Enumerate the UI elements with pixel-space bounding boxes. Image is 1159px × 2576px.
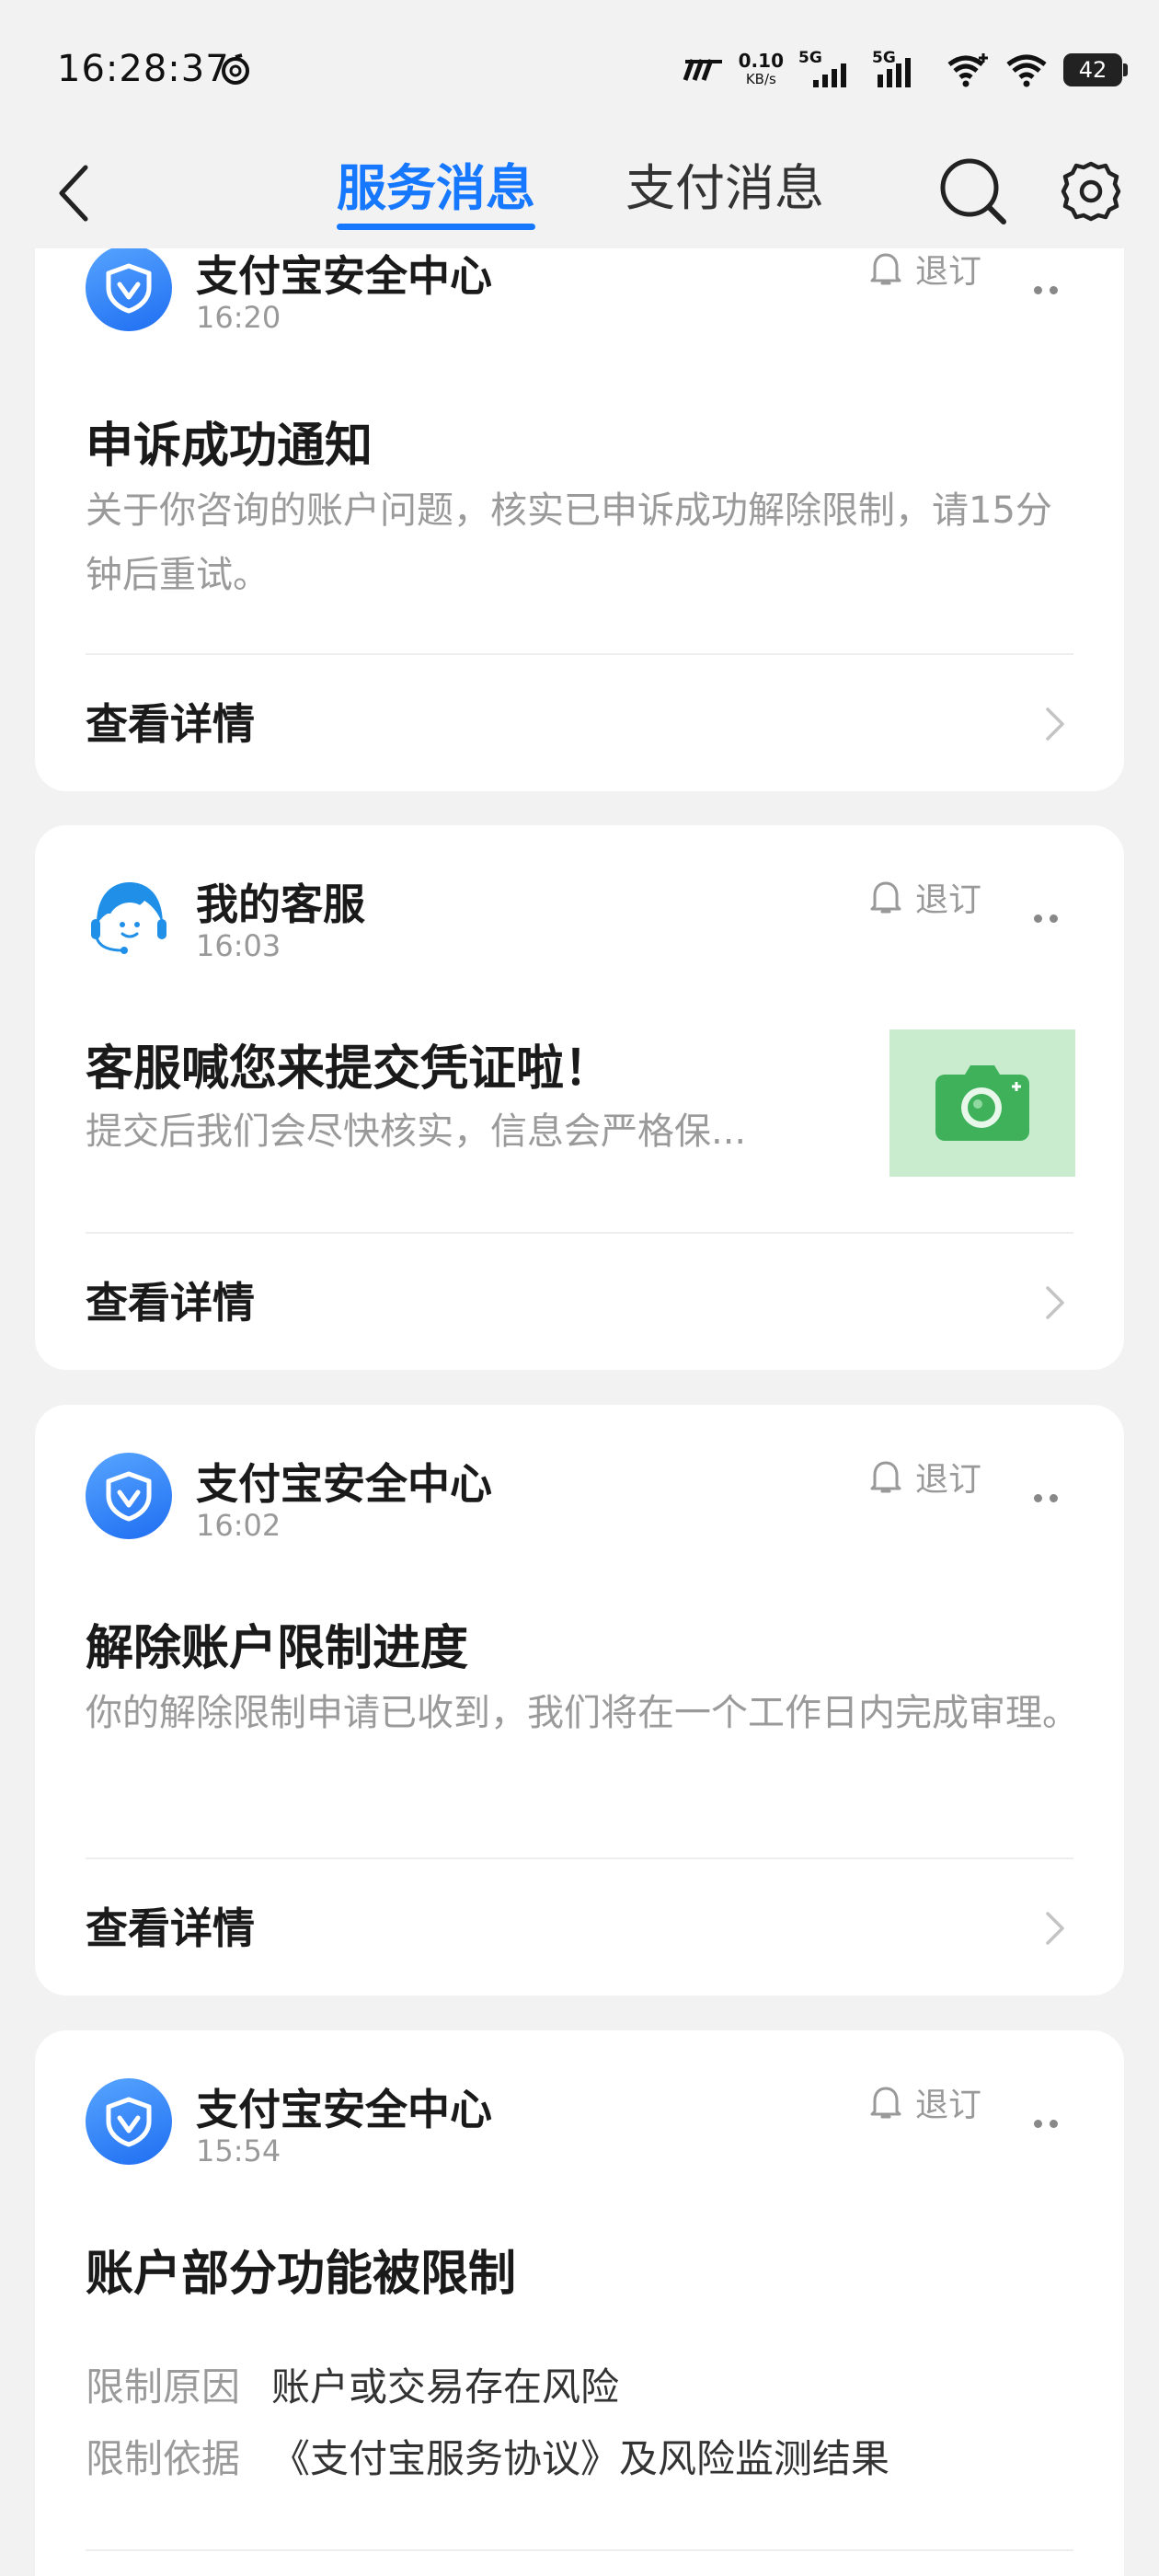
- headset-agent-icon: [86, 873, 172, 960]
- camera-thumbnail[interactable]: [889, 1029, 1075, 1177]
- dot-icon: [1050, 1493, 1058, 1502]
- top-nav: 服务消息 支付消息: [0, 138, 1159, 248]
- sender-name[interactable]: 支付宝安全中心: [196, 1451, 492, 1512]
- message-header: 支付宝安全中心 16:02 退订: [86, 1405, 1073, 1543]
- data-saver-icon: [683, 59, 722, 81]
- status-time: 16:28:37: [57, 48, 230, 90]
- dot-icon: [1034, 285, 1042, 294]
- shield-icon: [106, 2097, 152, 2147]
- message-header: 支付宝安全中心 15:54 退订: [86, 2030, 1073, 2168]
- bell-icon: [870, 253, 901, 285]
- sender-name[interactable]: 支付宝安全中心: [196, 248, 492, 304]
- more-options-button[interactable]: [1018, 267, 1073, 313]
- battery-icon: 42: [1063, 53, 1128, 86]
- unsubscribe-button[interactable]: 退订: [869, 873, 981, 921]
- sync-icon: [222, 53, 249, 85]
- wifi-icon: [1006, 54, 1047, 87]
- customer-service-avatar[interactable]: [86, 873, 172, 960]
- network-speed: 0.10 KB/s: [738, 50, 784, 87]
- bell-icon: [870, 881, 901, 914]
- view-details-row[interactable]: 查看详情: [35, 1234, 1124, 1372]
- message-header: 我的客服 16:03 退订: [86, 825, 1073, 963]
- message-time: 16:02: [196, 1508, 281, 1543]
- message-title: 账户部分功能被限制: [86, 2247, 517, 2302]
- signal-sim2-icon: 5G: [872, 49, 931, 91]
- view-details-row[interactable]: 查看详情: [35, 1859, 1124, 1997]
- camera-icon: [935, 1065, 1029, 1141]
- more-options-button[interactable]: [1018, 1475, 1073, 1521]
- view-details-row[interactable]: 查看详情: [35, 655, 1124, 793]
- unsubscribe-button[interactable]: 退订: [869, 248, 981, 293]
- sender-name[interactable]: 支付宝安全中心: [196, 2076, 492, 2137]
- unsubscribe-button[interactable]: 退订: [869, 2078, 981, 2126]
- tab-service-messages[interactable]: 服务消息: [337, 138, 535, 248]
- sender-name[interactable]: 我的客服: [196, 871, 365, 932]
- shield-icon: [106, 263, 152, 314]
- divider: [86, 2549, 1073, 2551]
- more-options-button[interactable]: [1018, 2100, 1073, 2146]
- restriction-reason-row: 限制原因 账户或交易存在风险: [86, 2364, 620, 2409]
- message-body: 你的解除限制申请已收到，我们将在一个工作日内完成审理。: [86, 1692, 1079, 1734]
- message-card[interactable]: 我的客服 16:03 退订 客服喊您来提交凭证啦！ 提交后我们会尽快核实，信息会…: [35, 825, 1124, 1370]
- message-title: 申诉成功通知: [86, 419, 373, 474]
- message-card[interactable]: 支付宝安全中心 15:54 退订 账户部分功能被限制 限制原因 账户或交易存在风…: [35, 2030, 1124, 2576]
- more-options-button[interactable]: [1018, 895, 1073, 941]
- dot-icon: [1034, 1493, 1042, 1502]
- restriction-basis-row: 限制依据 《支付宝服务协议》及风险监测结果: [86, 2436, 890, 2481]
- signal-sim1-icon: 5G: [798, 49, 857, 91]
- chevron-right-icon: [1046, 1286, 1064, 1319]
- shield-icon: [106, 1471, 152, 1522]
- alipay-security-avatar[interactable]: [86, 2078, 172, 2165]
- dot-icon: [1034, 2119, 1042, 2128]
- message-card[interactable]: 支付宝安全中心 16:20 退订 申诉成功通知 关于你咨询的账户问题，核实已申诉…: [35, 248, 1124, 791]
- alipay-security-avatar[interactable]: [86, 1453, 172, 1539]
- message-body: 关于你咨询的账户问题，核实已申诉成功解除限制，请15分钟后重试。: [86, 489, 1052, 596]
- dot-icon: [1034, 914, 1042, 923]
- status-bar: 16:28:37 0.10 KB/s 5G 5G 42: [0, 0, 1159, 138]
- bell-icon: [870, 1461, 901, 1493]
- tab-payment-messages[interactable]: 支付消息: [625, 138, 824, 248]
- back-button[interactable]: [40, 147, 105, 239]
- bell-icon: [870, 2087, 901, 2119]
- search-button[interactable]: [936, 145, 1010, 237]
- search-icon: [940, 158, 1006, 224]
- wifi-plus-icon: [947, 53, 988, 87]
- message-time: 15:54: [196, 2133, 281, 2168]
- active-tab-indicator: [337, 224, 535, 230]
- alipay-security-avatar[interactable]: [86, 248, 172, 331]
- chevron-right-icon: [1046, 707, 1064, 741]
- settings-button[interactable]: [1054, 145, 1128, 237]
- dot-icon: [1050, 914, 1058, 923]
- message-card[interactable]: 支付宝安全中心 16:02 退订 解除账户限制进度 你的解除限制申请已收到，我们…: [35, 1405, 1124, 1995]
- dot-icon: [1050, 2119, 1058, 2128]
- gear-icon: [1061, 161, 1121, 222]
- message-list[interactable]: 支付宝安全中心 16:20 退订 申诉成功通知 关于你咨询的账户问题，核实已申诉…: [0, 248, 1159, 2576]
- message-title: 解除账户限制进度: [86, 1621, 469, 1676]
- message-time: 16:20: [196, 300, 281, 335]
- chevron-left-icon: [59, 165, 88, 222]
- chevron-right-icon: [1046, 1912, 1064, 1945]
- message-header: 支付宝安全中心 16:20 退订: [86, 248, 1073, 335]
- message-body: 提交后我们会尽快核实，信息会严格保...: [86, 1110, 747, 1153]
- unsubscribe-button[interactable]: 退订: [869, 1453, 981, 1501]
- message-time: 16:03: [196, 928, 281, 963]
- message-title: 客服喊您来提交凭证啦！: [86, 1041, 613, 1097]
- dot-icon: [1050, 285, 1058, 294]
